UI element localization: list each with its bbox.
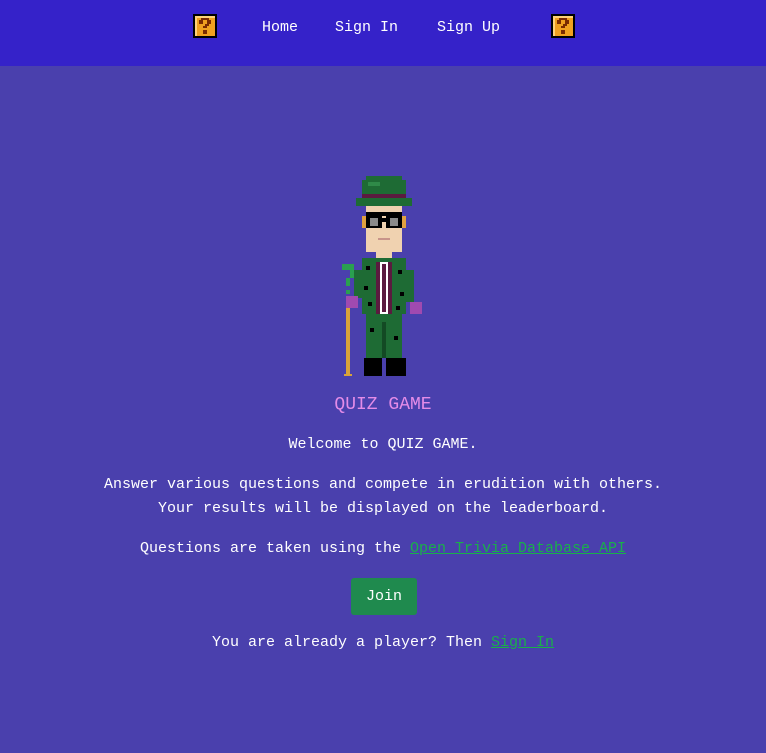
description-line-2: Your results will be displayed on the le… <box>157 500 609 517</box>
api-credit-text: Questions are taken using the Open Trivi… <box>0 540 766 557</box>
nav-home-link[interactable]: Home <box>262 19 298 36</box>
nav-sign-in-link[interactable]: Sign In <box>335 19 398 36</box>
open-trivia-api-link[interactable]: Open Trivia Database API <box>410 540 626 557</box>
api-credit-prefix: Questions are taken using the <box>139 540 410 557</box>
signin-prompt-text: You are already a player? Then Sign In <box>0 634 766 651</box>
question-block-icon[interactable] <box>551 14 575 38</box>
navbar: Home Sign In Sign Up <box>0 0 766 66</box>
description-line-1: Answer various questions and compete in … <box>103 476 663 493</box>
join-button[interactable]: Join <box>351 578 417 615</box>
sign-in-link[interactable]: Sign In <box>491 634 554 651</box>
riddler-pixel-character <box>342 176 422 376</box>
nav-sign-up-link[interactable]: Sign Up <box>437 19 500 36</box>
signin-prompt-prefix: You are already a player? Then <box>211 634 492 651</box>
welcome-text: Welcome to QUIZ GAME. <box>288 436 478 453</box>
page-title: QUIZ GAME <box>334 395 432 415</box>
question-block-icon[interactable] <box>193 14 217 38</box>
hero-section <box>0 176 766 380</box>
